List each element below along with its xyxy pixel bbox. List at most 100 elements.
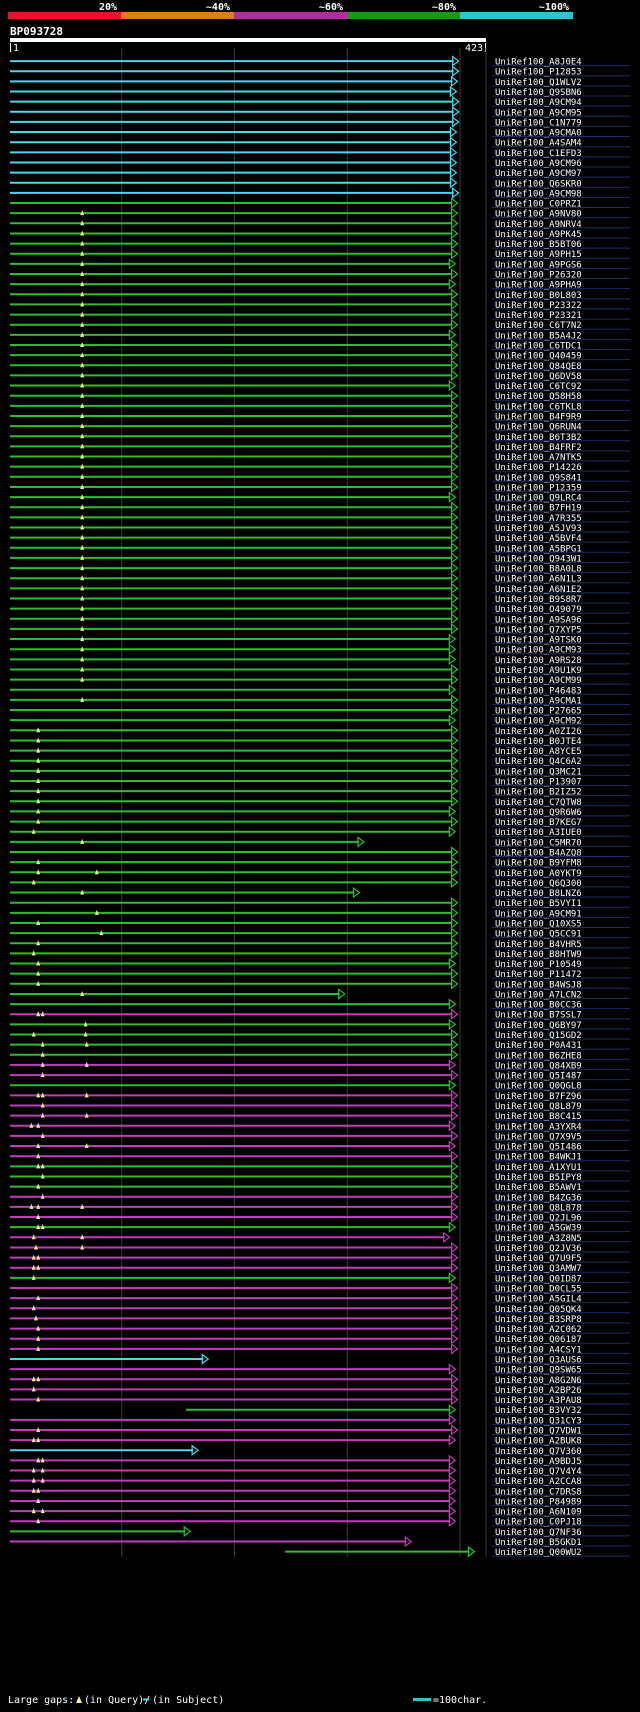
hit-label: UniRef100_A3YXR4 xyxy=(495,1122,582,1132)
hit-label: UniRef100_Q3MC21 xyxy=(495,767,582,777)
hit-label: UniRef100_B6T3B2 xyxy=(495,433,582,443)
hit-label: UniRef100_B3SRP8 xyxy=(495,1315,582,1325)
query-start-label: 1 xyxy=(13,43,19,54)
identity-segment-2 xyxy=(121,12,234,19)
hit-label: UniRef100_A5GIL4 xyxy=(495,1295,582,1305)
hit-label: UniRef100_Q6RUN4 xyxy=(495,423,582,433)
hit-label: UniRef100_A9CM99 xyxy=(495,676,582,686)
hit-label: UniRef100_A9NRV4 xyxy=(495,220,582,230)
hits: UniRef100_A8J0E4UniRef100_P12853UniRef10… xyxy=(10,55,630,1558)
hit-label: UniRef100_C6TDC1 xyxy=(495,341,582,351)
hit-label: UniRef100_P0A431 xyxy=(495,1041,582,1051)
hit-label: UniRef100_P84989 xyxy=(495,1497,582,1507)
hit-label: UniRef100_Q3AMW7 xyxy=(495,1264,582,1274)
query-bar xyxy=(10,38,486,42)
identity-segment-3 xyxy=(234,12,347,19)
hit-label: UniRef100_A3Z8N5 xyxy=(495,1234,582,1244)
hit-label: UniRef100_Q58H58 xyxy=(495,392,582,402)
hit-label: UniRef100_Q8L879 xyxy=(495,1102,582,1112)
identity-segment-4 xyxy=(347,12,460,19)
hit-label: UniRef100_A9PK45 xyxy=(495,230,582,240)
hit-label: UniRef100_C6T7N2 xyxy=(495,321,582,331)
hit-label: UniRef100_Q5CC91 xyxy=(495,930,582,940)
alignment-chart: 20% ~40% ~60% ~80% ~100% BP093728 1 423 UniR… xyxy=(8,2,630,1706)
hit-label: UniRef100_A9CM94 xyxy=(495,98,582,108)
hit-label: UniRef100_Q1WLV2 xyxy=(495,78,582,88)
hit-label: UniRef100_O49079 xyxy=(495,605,582,615)
identity-label-4: ~80% xyxy=(432,2,456,13)
hit-label: UniRef100_A3IUE0 xyxy=(495,828,582,838)
hit-label: UniRef100_P12853 xyxy=(495,68,582,78)
hit-label: UniRef100_B5IPY8 xyxy=(495,1173,582,1183)
hit-label: UniRef100_P23321 xyxy=(495,311,582,321)
hit-label: UniRef100_Q10XS5 xyxy=(495,919,582,929)
hit-label: UniRef100_Q943W1 xyxy=(495,554,582,564)
hit-label: UniRef100_P46483 xyxy=(495,686,582,696)
hit-label: UniRef100_A3PAU8 xyxy=(495,1396,582,1406)
query-gap-marker-icon xyxy=(76,1696,82,1703)
hit-label: UniRef100_A9CM98 xyxy=(495,189,582,199)
hit-label: UniRef100_A1XYU1 xyxy=(495,1163,582,1173)
hit-label: UniRef100_A5BVF4 xyxy=(495,534,582,544)
hit-label: UniRef100_A2BP26 xyxy=(495,1386,582,1396)
hit-label: UniRef100_A7LCN2 xyxy=(495,990,582,1000)
hit-label: UniRef100_B7KEG7 xyxy=(495,818,582,828)
hit-label: UniRef100_A4CSY1 xyxy=(495,1345,582,1355)
hit-label: UniRef100_A8G2N6 xyxy=(495,1376,582,1386)
hit-label: UniRef100_Q0QGL8 xyxy=(495,1082,582,1092)
hit-label: UniRef100_A2C062 xyxy=(495,1325,582,1335)
hit-label: UniRef100_B4WSJ8 xyxy=(495,980,582,990)
hit-label: UniRef100_C7DRS8 xyxy=(495,1487,582,1497)
hit-label: UniRef100_B7FZ96 xyxy=(495,1092,582,1102)
hit-label: UniRef100_Q3AUS6 xyxy=(495,1355,582,1365)
hit-label: UniRef100_Q2JV36 xyxy=(495,1244,582,1254)
hit-label: UniRef100_A0ZI26 xyxy=(495,727,582,737)
hit-label: UniRef100_Q00WU2 xyxy=(495,1548,582,1558)
hit-label: UniRef100_A8YCE5 xyxy=(495,747,582,757)
hit-label: UniRef100_B8A0L8 xyxy=(495,565,582,575)
identity-label-3: ~60% xyxy=(319,2,343,13)
hit-label: UniRef100_Q7U9F5 xyxy=(495,1254,582,1264)
identity-segment-5 xyxy=(460,12,573,19)
hit-label: UniRef100_Q05QK4 xyxy=(495,1305,582,1315)
hit-label: UniRef100_A9RS28 xyxy=(495,656,582,666)
hit-label: UniRef100_Q7XYP5 xyxy=(495,625,582,635)
hit-label: UniRef100_Q6SKR0 xyxy=(495,179,582,189)
hit-label: UniRef100_Q9SBN6 xyxy=(495,88,582,98)
hit-label: UniRef100_Q6BY97 xyxy=(495,1021,582,1031)
hit-label: UniRef100_Q9R6W6 xyxy=(495,808,582,818)
hit-label: UniRef100_B0L803 xyxy=(495,291,582,301)
hit-label: UniRef100_A6N1E2 xyxy=(495,585,582,595)
hit-label: UniRef100_A9TSK0 xyxy=(495,636,582,646)
hit-label: UniRef100_P10549 xyxy=(495,960,582,970)
hit-label: UniRef100_B5VYI1 xyxy=(495,899,582,909)
hit-label: UniRef100_A9BDJ5 xyxy=(495,1457,582,1467)
hit-label: UniRef100_A0YKT9 xyxy=(495,869,582,879)
hit-label: UniRef100_Q7V4Y4 xyxy=(495,1467,582,1477)
hit-label: UniRef100_B0JTE4 xyxy=(495,737,582,747)
identity-label-5: ~100% xyxy=(539,2,569,13)
hit-label: UniRef100_A9SA96 xyxy=(495,615,582,625)
hit-label: UniRef100_A6N1L3 xyxy=(495,575,582,585)
hit-label: UniRef100_B9S8R7 xyxy=(495,595,582,605)
hit-label: UniRef100_A4SAM4 xyxy=(495,139,582,149)
hit-label: UniRef100_B4F9R9 xyxy=(495,412,582,422)
hit-label: UniRef100_P11472 xyxy=(495,970,582,980)
hit-label: UniRef100_A9CM95 xyxy=(495,108,582,118)
hit-label: UniRef100_A9U1K9 xyxy=(495,666,582,676)
query-id: BP093728 xyxy=(10,25,63,38)
hit-label: UniRef100_A9PGS6 xyxy=(495,260,582,270)
hit-label: UniRef100_Q84QE8 xyxy=(495,362,582,372)
hit-label: UniRef100_A9CM93 xyxy=(495,646,582,656)
legend: Large gaps: (in Query)/ (in Subject) =10… xyxy=(8,1695,487,1706)
identity-scale: 20% ~40% ~60% ~80% ~100% xyxy=(8,2,573,19)
hit-label: UniRef100_B4VHR5 xyxy=(495,940,582,950)
hit-label: UniRef100_Q9S841 xyxy=(495,473,582,483)
hit-label: UniRef100_A9CM91 xyxy=(495,909,582,919)
hit-label: UniRef100_A9PHA9 xyxy=(495,281,582,291)
hit-label: UniRef100_Q9LRC4 xyxy=(495,494,582,504)
hit-label: UniRef100_Q2JL96 xyxy=(495,1214,582,1224)
hit-label: UniRef100_Q5I487 xyxy=(495,1072,582,1082)
legend-in-query: (in Query)/ xyxy=(84,1695,150,1706)
hit-label: UniRef100_B5BT06 xyxy=(495,240,582,250)
